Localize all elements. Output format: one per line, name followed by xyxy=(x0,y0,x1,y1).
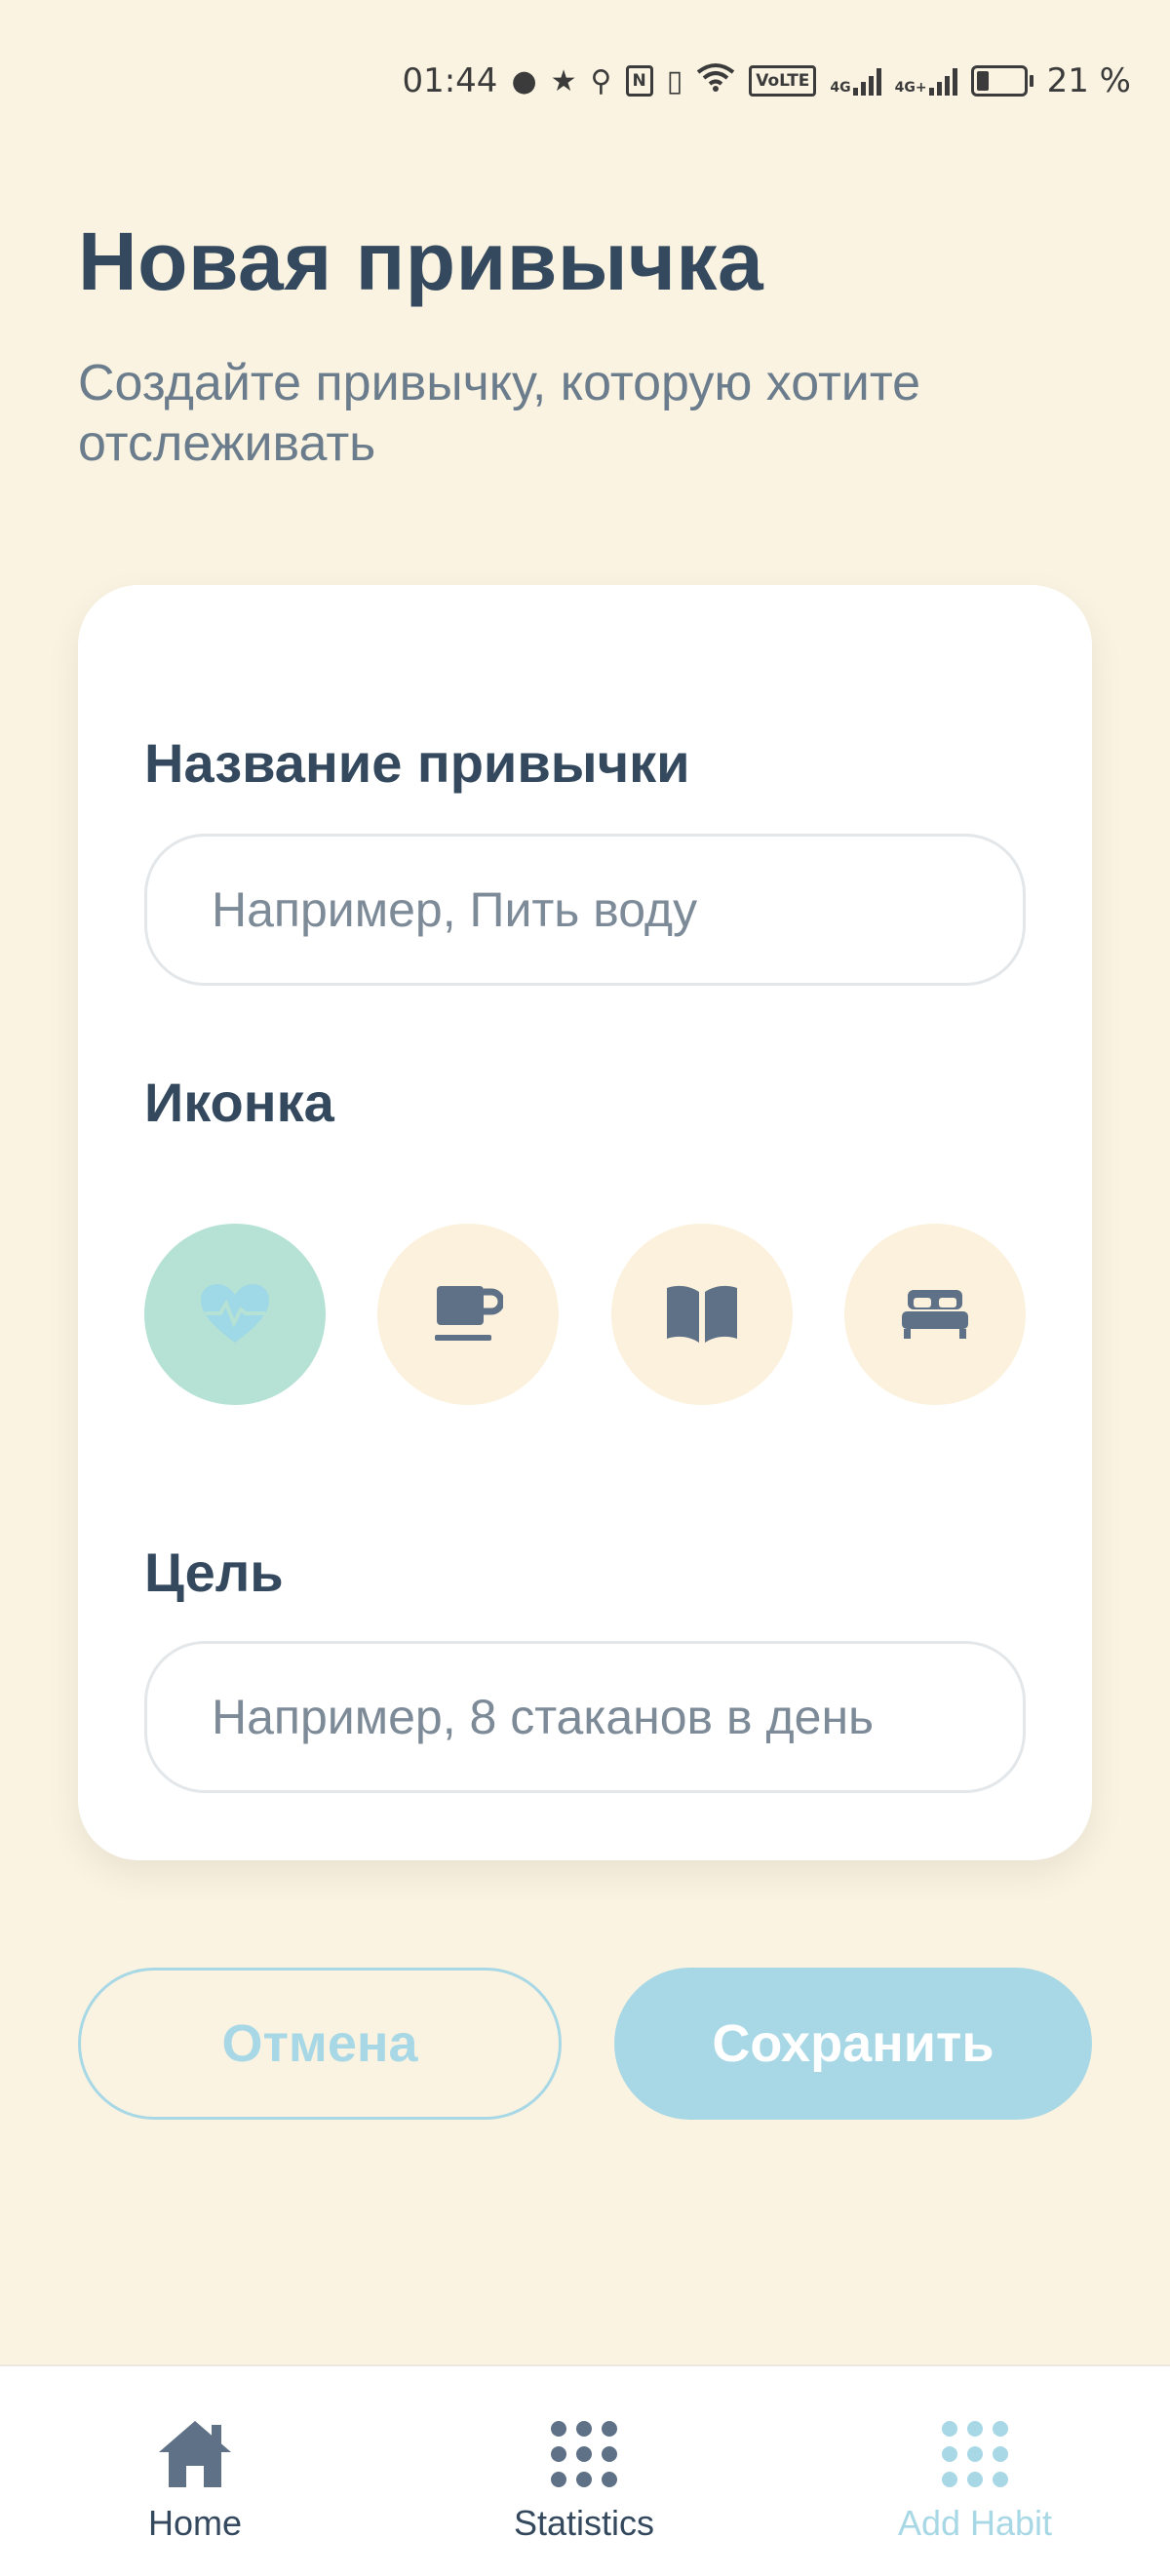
grid-icon xyxy=(942,2421,1008,2487)
star-icon: ★ xyxy=(550,63,577,98)
battery-icon xyxy=(970,65,1034,97)
network-gen-1: 4G xyxy=(830,80,851,96)
nav-home-label: Home xyxy=(147,2503,243,2543)
cup-icon xyxy=(435,1286,503,1341)
grid-icon xyxy=(551,2421,617,2487)
volte-icon: VoLTE xyxy=(749,65,817,97)
key-icon: ⚲ xyxy=(590,63,612,98)
home-icon xyxy=(159,2421,231,2487)
bed-icon xyxy=(902,1290,968,1339)
save-button[interactable]: Сохранить xyxy=(614,1968,1092,2120)
network-gen-2: 4G+ xyxy=(894,80,927,96)
page-title: Новая привычка xyxy=(78,215,764,307)
icon-option-bed[interactable] xyxy=(844,1224,1026,1405)
wifi-icon xyxy=(696,61,735,100)
nav-add-habit[interactable]: Add Habit xyxy=(858,2415,1092,2544)
book-icon xyxy=(667,1285,737,1343)
habit-form-card: Название привычки Иконка xyxy=(78,585,1092,1860)
signal-2-icon: 4G+ xyxy=(895,66,957,96)
status-time: 01:44 xyxy=(402,61,498,100)
battery-percent: 21 % xyxy=(1046,61,1131,100)
habit-name-label: Название привычки xyxy=(144,732,690,794)
nav-statistics-label: Statistics xyxy=(513,2503,655,2543)
heart-pulse-icon xyxy=(201,1284,269,1343)
vibrate-icon: ▯ xyxy=(666,63,683,98)
nfc-icon: N xyxy=(625,65,653,97)
message-icon: ● xyxy=(511,63,537,98)
status-icons: 01:44 ● ★ ⚲ N ▯ VoLTE 4G 4G+ 21 % xyxy=(402,57,1131,105)
nav-home[interactable]: Home xyxy=(78,2415,312,2544)
nav-add-habit-label: Add Habit xyxy=(897,2503,1053,2543)
goal-label: Цель xyxy=(144,1542,284,1603)
signal-1-icon: 4G xyxy=(830,66,881,96)
icon-picker xyxy=(144,1224,1026,1405)
icon-option-cup[interactable] xyxy=(377,1224,559,1405)
cancel-button[interactable]: Отмена xyxy=(78,1968,562,2120)
goal-input[interactable] xyxy=(144,1641,1026,1793)
icon-option-book[interactable] xyxy=(611,1224,793,1405)
status-bar: 01:44 ● ★ ⚲ N ▯ VoLTE 4G 4G+ 21 % xyxy=(0,0,1170,161)
icon-label: Иконка xyxy=(144,1072,334,1133)
icon-option-heart[interactable] xyxy=(144,1224,326,1405)
page-subtitle: Создайте привычку, которую хотите отслеж… xyxy=(78,355,920,472)
bottom-navigation: Home Statistics Add Habit xyxy=(0,2364,1170,2576)
habit-name-input[interactable] xyxy=(144,834,1026,986)
nav-statistics[interactable]: Statistics xyxy=(467,2415,701,2544)
